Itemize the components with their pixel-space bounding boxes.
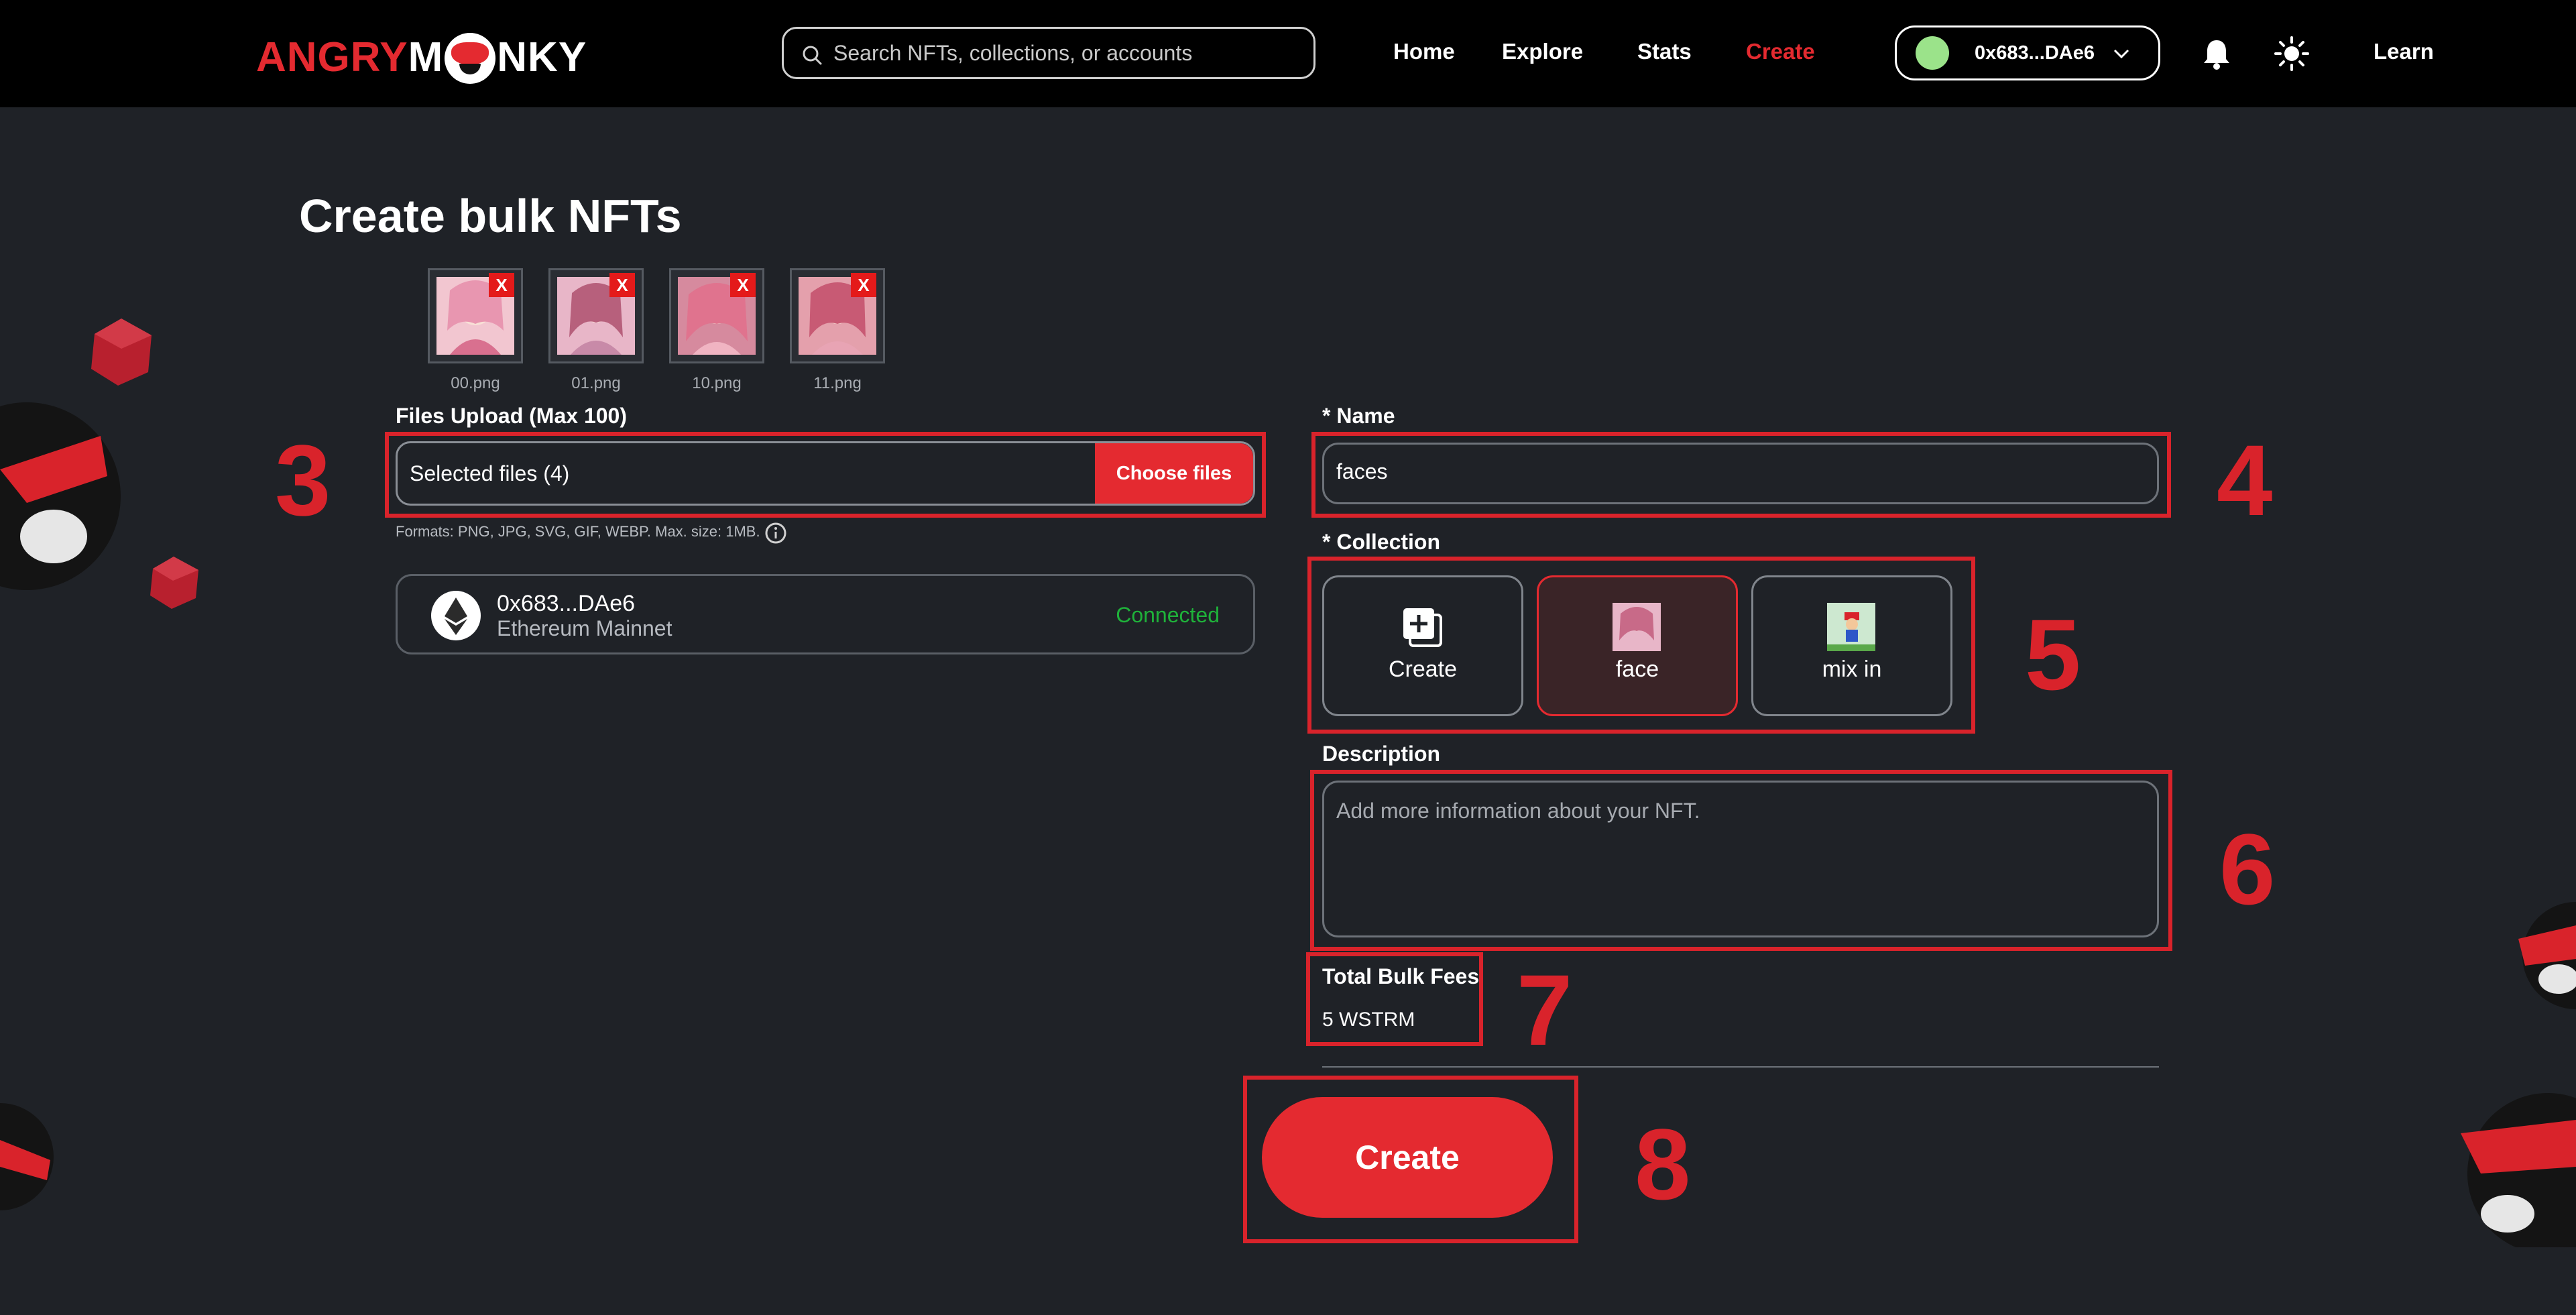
notification-bell-icon[interactable]: [2202, 38, 2231, 70]
page-title: Create bulk NFTs: [299, 190, 682, 242]
nav-link-home[interactable]: Home: [1393, 39, 1455, 64]
annotation-box-3: [385, 432, 1266, 518]
chevron-down-icon: [2113, 49, 2129, 59]
connected-wallet-card: 0x683...DAe6 Ethereum Mainnet Connected: [396, 574, 1255, 654]
network-name: Ethereum Mainnet: [497, 616, 672, 640]
info-icon[interactable]: [764, 522, 787, 545]
nav-link-learn[interactable]: Learn: [2374, 39, 2434, 64]
nav-link-stats[interactable]: Stats: [1637, 39, 1692, 64]
wallet-avatar: [1916, 36, 1949, 70]
remove-file-button[interactable]: X: [730, 273, 756, 297]
remove-file-button[interactable]: X: [609, 273, 635, 297]
red-cube-decoration: [150, 557, 198, 609]
formats-hint: Formats: PNG, JPG, SVG, GIF, WEBP. Max. …: [396, 523, 760, 540]
monkey-face-icon: [445, 33, 496, 84]
ethereum-icon: [431, 591, 481, 640]
angry-monkey-ball-decoration: [2461, 1093, 2576, 1247]
angry-monkey-ball-decoration: [2518, 902, 2576, 1009]
annotation-number-6: 6: [2219, 813, 2276, 925]
connection-status: Connected: [1116, 603, 1220, 627]
remove-file-button[interactable]: X: [489, 273, 514, 297]
nav-link-explore[interactable]: Explore: [1502, 39, 1583, 64]
top-navbar: ANGRY M NKY Search NFTs, collections, or…: [0, 0, 2576, 107]
angry-monkey-ball-decoration: [0, 402, 121, 590]
annotation-number-7: 7: [1517, 954, 1573, 1066]
uploaded-thumbnail: X: [790, 268, 885, 363]
search-input[interactable]: Search NFTs, collections, or accounts: [782, 27, 1315, 79]
angrymonky-logo[interactable]: ANGRY M NKY: [256, 33, 587, 84]
wallet-address: 0x683...DAe6: [1975, 42, 2095, 64]
network-wallet-address: 0x683...DAe6: [497, 591, 636, 616]
uploaded-thumbnail: X: [548, 268, 644, 363]
angry-monkey-ball-decoration: [0, 1103, 54, 1210]
files-upload-label: Files Upload (Max 100): [396, 404, 627, 428]
wallet-button[interactable]: 0x683...DAe6: [1895, 25, 2160, 80]
logo-text-angry: ANGRY: [256, 34, 408, 80]
annotation-number-4: 4: [2217, 424, 2273, 536]
annotation-box-4: [1311, 432, 2171, 518]
remove-file-button[interactable]: X: [851, 273, 876, 297]
logo-text-m: M: [408, 34, 444, 80]
search-icon: [803, 46, 822, 65]
annotation-number-5: 5: [2025, 598, 2081, 711]
uploaded-thumbnail: X: [669, 268, 764, 363]
nav-link-create[interactable]: Create: [1746, 39, 1815, 64]
thumbnail-filename: 00.png: [451, 374, 500, 392]
annotation-box-6: [1310, 770, 2172, 951]
red-cube-decoration: [91, 319, 152, 386]
uploaded-thumbnail: X: [428, 268, 523, 363]
name-label: * Name: [1322, 404, 1395, 428]
search-placeholder: Search NFTs, collections, or accounts: [833, 40, 1193, 65]
thumbnail-filename: 01.png: [571, 374, 621, 392]
thumbnail-filename: 11.png: [813, 374, 862, 392]
divider: [1322, 1066, 2159, 1068]
annotation-box-8: [1243, 1076, 1578, 1243]
thumbnail-filename: 10.png: [692, 374, 742, 392]
logo-text-nky: NKY: [497, 34, 587, 80]
theme-toggle-sun-icon[interactable]: [2274, 36, 2309, 71]
annotation-number-8: 8: [1635, 1108, 1691, 1220]
description-label: Description: [1322, 742, 1441, 766]
annotation-number-3: 3: [275, 424, 331, 536]
annotation-box-5: [1307, 557, 1975, 734]
annotation-box-7: [1306, 952, 1483, 1046]
collection-label: * Collection: [1322, 530, 1441, 554]
